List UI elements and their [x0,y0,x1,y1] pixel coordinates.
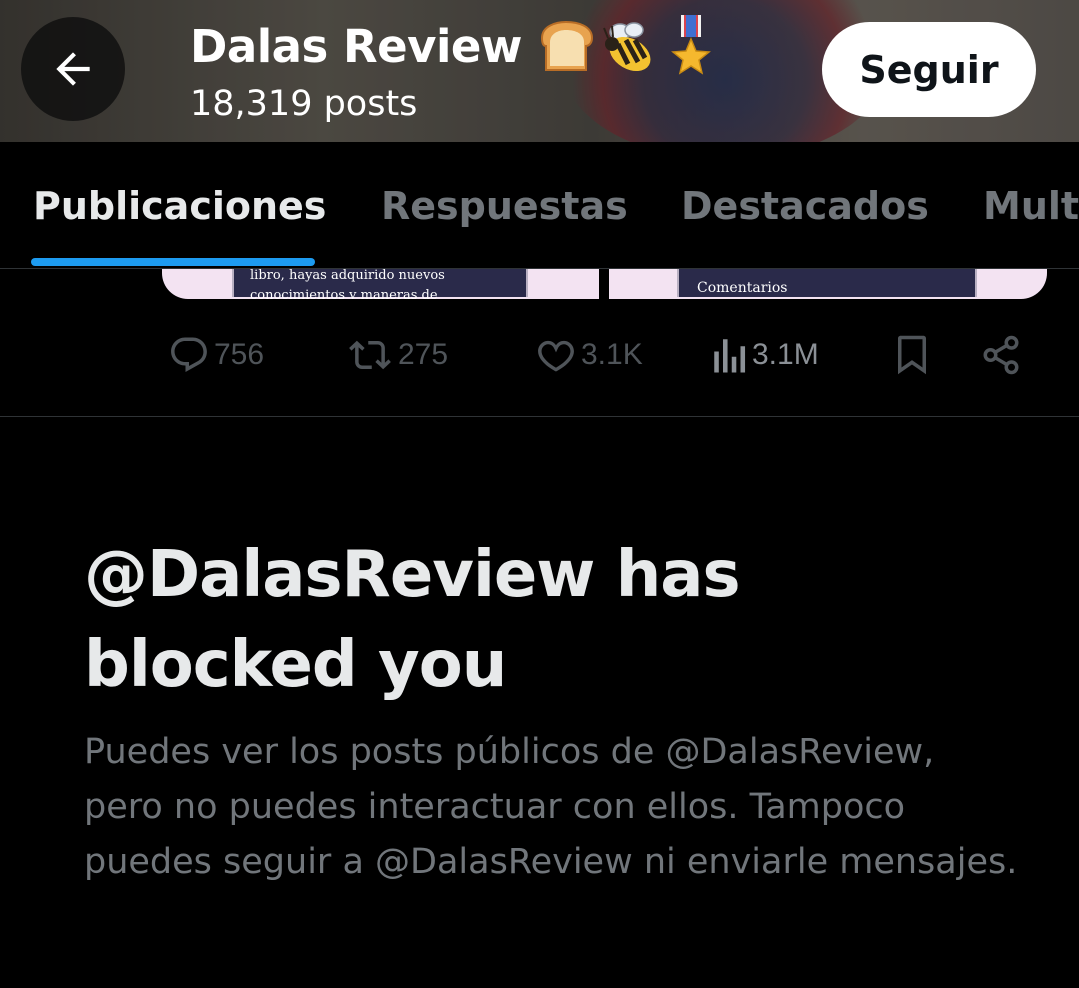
like-action[interactable]: 3.1K [535,330,643,380]
bookmark-action[interactable] [894,330,930,380]
follow-button[interactable]: Seguir [822,22,1036,117]
tab-multimedia[interactable]: Multi [983,184,1079,228]
media-text-line: conocimientos y maneras de [250,288,438,299]
back-button[interactable] [21,17,125,121]
bookmark-icon [898,335,926,375]
active-tab-indicator [31,258,315,266]
repost-action[interactable]: 275 [346,330,448,380]
media-right-text: Comentarios [697,280,788,296]
tab-destacados[interactable]: Destacados [681,184,929,228]
tab-publicaciones[interactable]: Publicaciones [33,184,326,228]
post-media-right[interactable]: Comentarios [609,269,1047,299]
profile-name: Dalas Review [190,19,522,73]
media-card: libro, hayas adquirido nuevos conocimien… [232,269,528,299]
profile-tabs: Publicaciones Respuestas Destacados Mult… [0,142,1079,269]
post-media-left[interactable]: libro, hayas adquirido nuevos conocimien… [162,269,599,299]
post-divider [0,416,1079,417]
like-count: 3.1K [581,338,643,371]
repost-icon [349,340,391,370]
tab-respuestas[interactable]: Respuestas [381,184,628,228]
blocked-title-line: @DalasReview has [84,538,741,612]
post-count: 18,319 posts [190,84,418,124]
arrow-left-icon [56,52,90,86]
media-card: Comentarios [677,269,977,297]
views-count: 3.1M [752,338,819,371]
repost-count: 275 [398,338,449,371]
bread-emoji-icon [540,20,593,71]
blocked-title-line: blocked you [84,628,507,702]
media-text-line: libro, hayas adquirido nuevos [250,269,445,283]
profile-name-row: Dalas Review [190,12,714,80]
views-chart-icon [714,339,746,373]
post-action-bar: 756 275 3.1K 3.1M [0,330,1079,380]
views-action[interactable]: 3.1M [712,330,819,380]
military-medal-emoji-icon [671,15,711,75]
share-action[interactable] [980,330,1022,380]
profile-header: Dalas Review 18,319 posts Seguir [0,0,1079,142]
bee-emoji-icon [603,22,651,72]
heart-icon [538,340,574,372]
reply-count: 756 [214,338,265,371]
blocked-description: Puedes ver los posts públicos de @DalasR… [84,732,1018,882]
media-left-text: libro, hayas adquirido nuevos conocimien… [250,269,445,299]
blocked-title: @DalasReview has blocked you [84,530,984,710]
share-icon [983,335,1019,375]
reply-icon [171,337,207,372]
reply-action[interactable]: 756 [168,330,264,380]
name-emojis [536,15,714,77]
